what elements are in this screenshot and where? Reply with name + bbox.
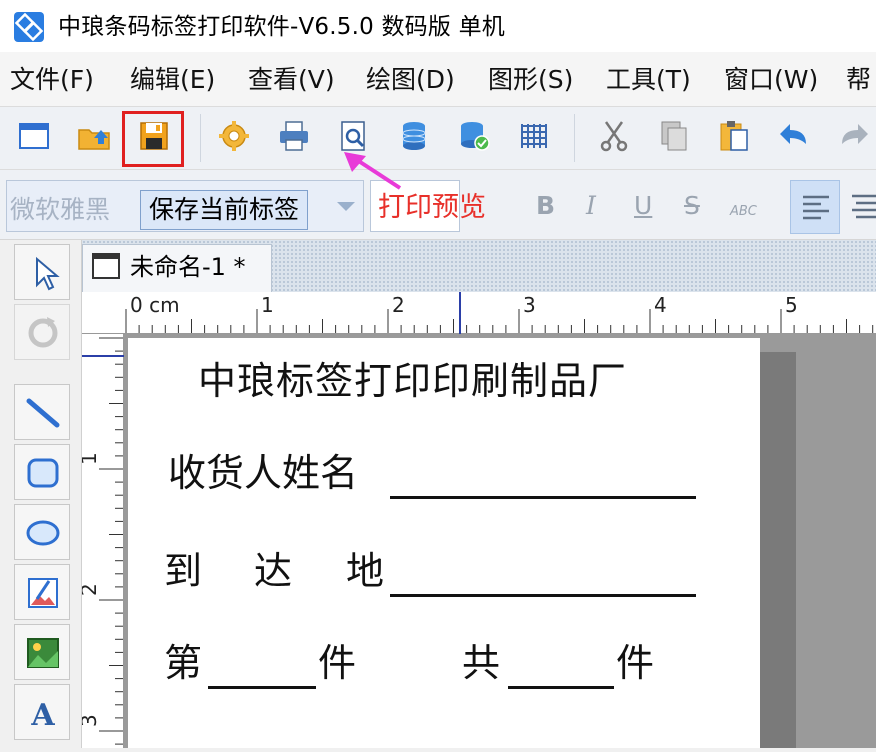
menu-view[interactable]: 查看(V) [248, 64, 335, 96]
destination-char-3[interactable]: 地 [346, 548, 384, 594]
database-settings-icon[interactable] [456, 118, 492, 154]
svg-text:A: A [30, 698, 55, 733]
ruler-label: 2 [392, 293, 405, 317]
print-icon[interactable] [276, 118, 312, 154]
ruler-label: 5 [785, 293, 798, 317]
ruler-label: 3 [523, 293, 536, 317]
new-label-icon[interactable] [16, 118, 52, 154]
save-tooltip: 保存当前标签 [140, 190, 309, 230]
italic-button[interactable]: I [586, 190, 596, 222]
abc-text-style-button[interactable]: ABC [730, 196, 757, 228]
ellipse-icon [26, 520, 60, 546]
label-title[interactable]: 中琅标签打印印刷制品厂 [198, 358, 627, 404]
image-tool-button[interactable] [14, 564, 70, 620]
app-logo-icon [14, 12, 44, 42]
text-tool-button[interactable]: A [14, 684, 70, 740]
rounded-rectangle-icon [27, 458, 59, 488]
destination-char-1[interactable]: 到 [164, 548, 202, 594]
strikethrough-button[interactable]: S [684, 190, 700, 222]
total-prefix[interactable]: 共 [462, 640, 500, 686]
window-title: 中琅条码标签打印软件-V6.5.0 数码版 单机 [58, 14, 505, 40]
window-icon [92, 253, 120, 279]
ruler-label: 1 [82, 452, 101, 465]
settings-icon[interactable] [216, 118, 252, 154]
underline-button[interactable]: U [634, 190, 652, 222]
piece-number-underline[interactable] [208, 686, 316, 689]
grid-icon[interactable] [516, 118, 552, 154]
text-a-icon: A [30, 698, 55, 733]
ruler-label: 0 cm [130, 293, 180, 317]
ruler-label: 2 [82, 583, 101, 596]
toolbar-separator [574, 114, 575, 162]
save-highlight-box [122, 111, 184, 167]
horizontal-ruler: 0 cm 1 2 3 4 5 [82, 292, 876, 334]
toolbar-separator [200, 114, 201, 162]
align-center-button[interactable] [846, 180, 876, 234]
paste-icon[interactable] [716, 118, 752, 154]
picture-icon [27, 638, 59, 668]
rounded-rect-tool-button[interactable] [14, 444, 70, 500]
database-icon[interactable] [396, 118, 432, 154]
chevron-down-icon[interactable] [334, 198, 358, 218]
pointer-icon [36, 256, 60, 291]
label-page[interactable]: 中琅标签打印印刷制品厂 收货人姓名 到 达 地 第 件 共 件 [128, 338, 760, 748]
menu-edit[interactable]: 编辑(E) [130, 64, 215, 96]
ruler-label: 1 [261, 293, 274, 317]
align-left-button[interactable] [790, 180, 840, 234]
picture-tool-button[interactable] [14, 624, 70, 680]
receiver-label[interactable]: 收货人姓名 [168, 450, 358, 496]
annotation-arrow-icon [330, 150, 410, 199]
menu-help[interactable]: 帮 [846, 64, 871, 96]
menu-draw[interactable]: 绘图(D) [366, 64, 455, 96]
ellipse-tool-button[interactable] [14, 504, 70, 560]
vertical-ruler: 1 2 3 [77, 334, 124, 748]
menu-shape[interactable]: 图形(S) [488, 64, 573, 96]
rotate-tool-button[interactable] [14, 304, 70, 360]
menu-file[interactable]: 文件(F) [10, 64, 94, 96]
piece-number-suffix[interactable]: 件 [318, 640, 356, 686]
image-icon [28, 578, 58, 608]
document-tab-title: 未命名-1 * [130, 253, 246, 281]
receiver-underline[interactable] [390, 496, 696, 499]
select-tool-button[interactable] [14, 244, 70, 300]
open-icon[interactable] [76, 118, 112, 154]
cut-icon[interactable] [596, 118, 632, 154]
label-shadow [760, 352, 796, 748]
copy-icon[interactable] [656, 118, 692, 154]
total-suffix[interactable]: 件 [616, 640, 654, 686]
print-preview-icon[interactable] [336, 118, 372, 154]
total-underline[interactable] [508, 686, 614, 689]
redo-icon[interactable] [836, 118, 872, 154]
bold-button[interactable]: B [536, 190, 555, 222]
piece-number-prefix[interactable]: 第 [164, 640, 202, 686]
destination-underline[interactable] [390, 594, 696, 597]
menu-window[interactable]: 窗口(W) [724, 64, 818, 96]
line-tool-button[interactable] [14, 384, 70, 440]
font-family-value: 微软雅黑 [10, 195, 111, 224]
line-icon [26, 398, 60, 428]
undo-icon[interactable] [776, 118, 812, 154]
ruler-label: 3 [82, 714, 101, 727]
rotate-icon [28, 317, 58, 348]
menu-tools[interactable]: 工具(T) [606, 64, 691, 96]
destination-char-2[interactable]: 达 [254, 548, 292, 594]
ruler-label: 4 [654, 293, 667, 317]
